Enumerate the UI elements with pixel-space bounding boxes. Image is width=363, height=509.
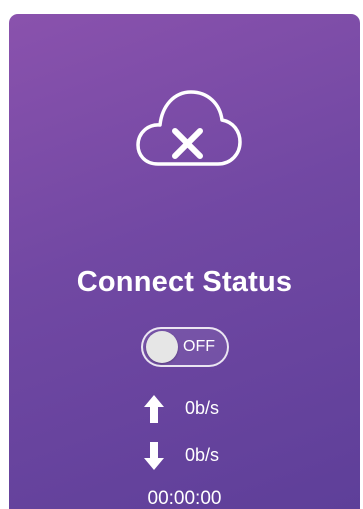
download-rate-row: 0b/s (9, 439, 360, 471)
connect-status-panel: Connect Status OFF 0b/s 0b/s 00:00:00 (9, 14, 360, 509)
upload-rate-row: 0b/s (9, 392, 360, 424)
connection-timer: 00:00:00 (147, 488, 222, 509)
download-rate: 0b/s (185, 445, 220, 465)
arrow-down-icon (144, 442, 164, 470)
toggle-state-label: OFF (183, 338, 215, 355)
connect-status-title: Connect Status (76, 266, 293, 298)
cloud-disconnected-icon (136, 90, 242, 166)
toggle-knob[interactable] (146, 331, 178, 363)
arrow-up-icon (144, 395, 164, 423)
connection-toggle[interactable]: OFF (141, 327, 229, 367)
upload-rate: 0b/s (185, 398, 220, 418)
